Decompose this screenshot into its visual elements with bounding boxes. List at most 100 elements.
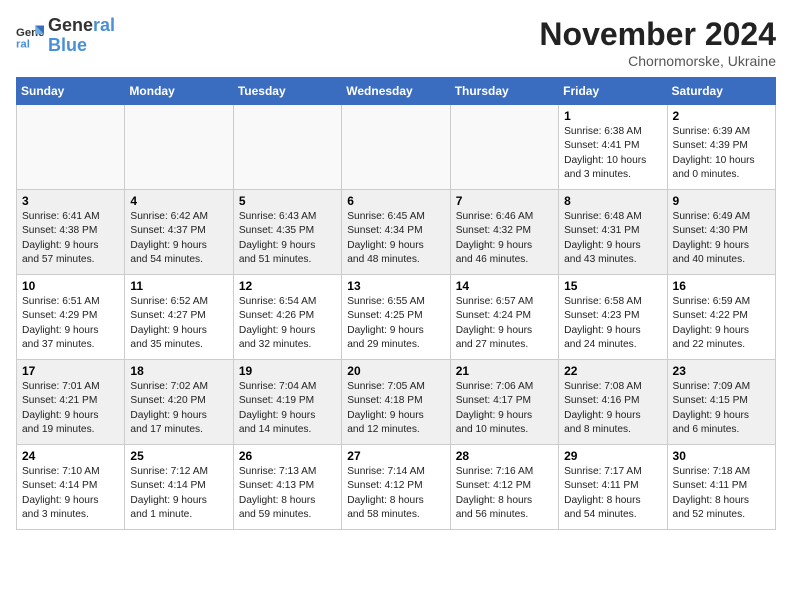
day-info: Sunrise: 7:02 AM Sunset: 4:20 PM Dayligh… bbox=[130, 380, 227, 437]
day-info: Sunrise: 7:01 AM Sunset: 4:21 PM Dayligh… bbox=[22, 380, 119, 437]
logo-icon: Gene ral bbox=[16, 22, 44, 50]
calendar-day-cell: 28 Sunrise: 7:16 AM Sunset: 4:12 PM Dayli… bbox=[450, 445, 558, 530]
day-number: 13 bbox=[347, 279, 444, 293]
day-info: Sunrise: 6:49 AM Sunset: 4:30 PM Dayligh… bbox=[673, 210, 770, 267]
day-info: Sunrise: 7:18 AM Sunset: 4:11 PM Dayligh… bbox=[673, 465, 770, 522]
calendar-day-cell: 15 Sunrise: 6:58 AM Sunset: 4:23 PM Dayli… bbox=[559, 275, 667, 360]
day-number: 16 bbox=[673, 279, 770, 293]
day-info: Sunrise: 7:04 AM Sunset: 4:19 PM Dayligh… bbox=[239, 380, 336, 437]
calendar-day-cell: 18Sunrise: 7:02 AM Sunset: 4:20 PM Dayli… bbox=[125, 360, 233, 445]
calendar-table: SundayMondayTuesdayWednesdayThursdayFrid… bbox=[16, 77, 776, 530]
calendar-header-thursday: Thursday bbox=[450, 78, 558, 105]
day-info: Sunrise: 6:52 AM Sunset: 4:27 PM Dayligh… bbox=[130, 295, 227, 352]
day-number: 26 bbox=[239, 449, 336, 463]
calendar-header-saturday: Saturday bbox=[667, 78, 775, 105]
calendar-header-tuesday: Tuesday bbox=[233, 78, 341, 105]
day-number: 30 bbox=[673, 449, 770, 463]
svg-text:ral: ral bbox=[16, 38, 30, 50]
day-number: 10 bbox=[22, 279, 119, 293]
calendar-day-cell: 13 Sunrise: 6:55 AM Sunset: 4:25 PM Dayli… bbox=[342, 275, 450, 360]
day-number: 11 bbox=[130, 279, 227, 293]
day-info: Sunrise: 7:17 AM Sunset: 4:11 PM Dayligh… bbox=[564, 465, 661, 522]
calendar-header-row: SundayMondayTuesdayWednesdayThursdayFrid… bbox=[17, 78, 776, 105]
day-info: Sunrise: 6:42 AM Sunset: 4:37 PM Dayligh… bbox=[130, 210, 227, 267]
page-header: Gene ral General Blue November 2024 Chor… bbox=[16, 16, 776, 69]
day-info: Sunrise: 7:06 AM Sunset: 4:17 PM Dayligh… bbox=[456, 380, 553, 437]
calendar-day-cell: 14Sunrise: 6:57 AM Sunset: 4:24 PM Dayli… bbox=[450, 275, 558, 360]
day-info: Sunrise: 6:51 AM Sunset: 4:29 PM Dayligh… bbox=[22, 295, 119, 352]
day-number: 25 bbox=[130, 449, 227, 463]
day-number: 24 bbox=[22, 449, 119, 463]
calendar-day-cell: 10 Sunrise: 6:51 AM Sunset: 4:29 PM Dayli… bbox=[17, 275, 125, 360]
calendar-day-cell: 21 Sunrise: 7:06 AM Sunset: 4:17 PM Dayli… bbox=[450, 360, 558, 445]
day-number: 5 bbox=[239, 194, 336, 208]
calendar-day-cell: 16 Sunrise: 6:59 AM Sunset: 4:22 PM Dayli… bbox=[667, 275, 775, 360]
day-number: 22 bbox=[564, 364, 661, 378]
day-info: Sunrise: 6:54 AM Sunset: 4:26 PM Dayligh… bbox=[239, 295, 336, 352]
day-number: 9 bbox=[673, 194, 770, 208]
calendar-day-cell: 27Sunrise: 7:14 AM Sunset: 4:12 PM Dayli… bbox=[342, 445, 450, 530]
calendar-week-row: 17Sunrise: 7:01 AM Sunset: 4:21 PM Dayli… bbox=[17, 360, 776, 445]
day-info: Sunrise: 6:48 AM Sunset: 4:31 PM Dayligh… bbox=[564, 210, 661, 267]
day-number: 23 bbox=[673, 364, 770, 378]
day-number: 4 bbox=[130, 194, 227, 208]
day-number: 20 bbox=[347, 364, 444, 378]
calendar-day-cell: 3Sunrise: 6:41 AM Sunset: 4:38 PM Daylig… bbox=[17, 190, 125, 275]
calendar-day-cell: 6 Sunrise: 6:45 AM Sunset: 4:34 PM Daylig… bbox=[342, 190, 450, 275]
calendar-day-cell bbox=[342, 105, 450, 190]
day-info: Sunrise: 6:58 AM Sunset: 4:23 PM Dayligh… bbox=[564, 295, 661, 352]
day-info: Sunrise: 6:38 AM Sunset: 4:41 PM Dayligh… bbox=[564, 125, 661, 182]
calendar-week-row: 10 Sunrise: 6:51 AM Sunset: 4:29 PM Dayli… bbox=[17, 275, 776, 360]
calendar-day-cell: 1 Sunrise: 6:38 AM Sunset: 4:41 PM Daylig… bbox=[559, 105, 667, 190]
calendar-day-cell bbox=[125, 105, 233, 190]
calendar-day-cell: 9 Sunrise: 6:49 AM Sunset: 4:30 PM Daylig… bbox=[667, 190, 775, 275]
day-number: 12 bbox=[239, 279, 336, 293]
calendar-day-cell: 7 Sunrise: 6:46 AM Sunset: 4:32 PM Daylig… bbox=[450, 190, 558, 275]
day-info: Sunrise: 6:39 AM Sunset: 4:39 PM Dayligh… bbox=[673, 125, 770, 182]
calendar-day-cell: 20 Sunrise: 7:05 AM Sunset: 4:18 PM Dayli… bbox=[342, 360, 450, 445]
calendar-day-cell: 17Sunrise: 7:01 AM Sunset: 4:21 PM Dayli… bbox=[17, 360, 125, 445]
calendar-day-cell: 29 Sunrise: 7:17 AM Sunset: 4:11 PM Dayli… bbox=[559, 445, 667, 530]
logo-text-blue: Blue bbox=[48, 36, 115, 56]
calendar-header-wednesday: Wednesday bbox=[342, 78, 450, 105]
day-info: Sunrise: 6:57 AM Sunset: 4:24 PM Dayligh… bbox=[456, 295, 553, 352]
day-number: 2 bbox=[673, 109, 770, 123]
day-info: Sunrise: 7:14 AM Sunset: 4:12 PM Dayligh… bbox=[347, 465, 444, 522]
calendar-day-cell: 19 Sunrise: 7:04 AM Sunset: 4:19 PM Dayli… bbox=[233, 360, 341, 445]
calendar-day-cell: 8Sunrise: 6:48 AM Sunset: 4:31 PM Daylig… bbox=[559, 190, 667, 275]
month-title: November 2024 bbox=[539, 16, 776, 53]
day-number: 7 bbox=[456, 194, 553, 208]
title-block: November 2024 Chornomorske, Ukraine bbox=[539, 16, 776, 69]
day-info: Sunrise: 7:05 AM Sunset: 4:18 PM Dayligh… bbox=[347, 380, 444, 437]
day-number: 21 bbox=[456, 364, 553, 378]
calendar-week-row: 1 Sunrise: 6:38 AM Sunset: 4:41 PM Daylig… bbox=[17, 105, 776, 190]
day-number: 19 bbox=[239, 364, 336, 378]
calendar-week-row: 24 Sunrise: 7:10 AM Sunset: 4:14 PM Dayli… bbox=[17, 445, 776, 530]
day-info: Sunrise: 6:41 AM Sunset: 4:38 PM Dayligh… bbox=[22, 210, 119, 267]
calendar-header-monday: Monday bbox=[125, 78, 233, 105]
day-number: 28 bbox=[456, 449, 553, 463]
day-info: Sunrise: 7:10 AM Sunset: 4:14 PM Dayligh… bbox=[22, 465, 119, 522]
day-info: Sunrise: 6:55 AM Sunset: 4:25 PM Dayligh… bbox=[347, 295, 444, 352]
calendar-day-cell: 24 Sunrise: 7:10 AM Sunset: 4:14 PM Dayli… bbox=[17, 445, 125, 530]
calendar-day-cell bbox=[450, 105, 558, 190]
calendar-day-cell bbox=[233, 105, 341, 190]
day-info: Sunrise: 7:12 AM Sunset: 4:14 PM Dayligh… bbox=[130, 465, 227, 522]
day-info: Sunrise: 6:59 AM Sunset: 4:22 PM Dayligh… bbox=[673, 295, 770, 352]
calendar-day-cell: 2 Sunrise: 6:39 AM Sunset: 4:39 PM Daylig… bbox=[667, 105, 775, 190]
calendar-day-cell: 5 Sunrise: 6:43 AM Sunset: 4:35 PM Daylig… bbox=[233, 190, 341, 275]
day-number: 1 bbox=[564, 109, 661, 123]
day-number: 29 bbox=[564, 449, 661, 463]
day-info: Sunrise: 6:46 AM Sunset: 4:32 PM Dayligh… bbox=[456, 210, 553, 267]
day-info: Sunrise: 7:09 AM Sunset: 4:15 PM Dayligh… bbox=[673, 380, 770, 437]
calendar-week-row: 3Sunrise: 6:41 AM Sunset: 4:38 PM Daylig… bbox=[17, 190, 776, 275]
calendar-day-cell: 25 Sunrise: 7:12 AM Sunset: 4:14 PM Dayli… bbox=[125, 445, 233, 530]
calendar-day-cell bbox=[17, 105, 125, 190]
calendar-day-cell: 12 Sunrise: 6:54 AM Sunset: 4:26 PM Dayli… bbox=[233, 275, 341, 360]
day-number: 6 bbox=[347, 194, 444, 208]
day-info: Sunrise: 6:45 AM Sunset: 4:34 PM Dayligh… bbox=[347, 210, 444, 267]
day-info: Sunrise: 6:43 AM Sunset: 4:35 PM Dayligh… bbox=[239, 210, 336, 267]
day-info: Sunrise: 7:16 AM Sunset: 4:12 PM Dayligh… bbox=[456, 465, 553, 522]
day-number: 15 bbox=[564, 279, 661, 293]
calendar-day-cell: 4 Sunrise: 6:42 AM Sunset: 4:37 PM Daylig… bbox=[125, 190, 233, 275]
